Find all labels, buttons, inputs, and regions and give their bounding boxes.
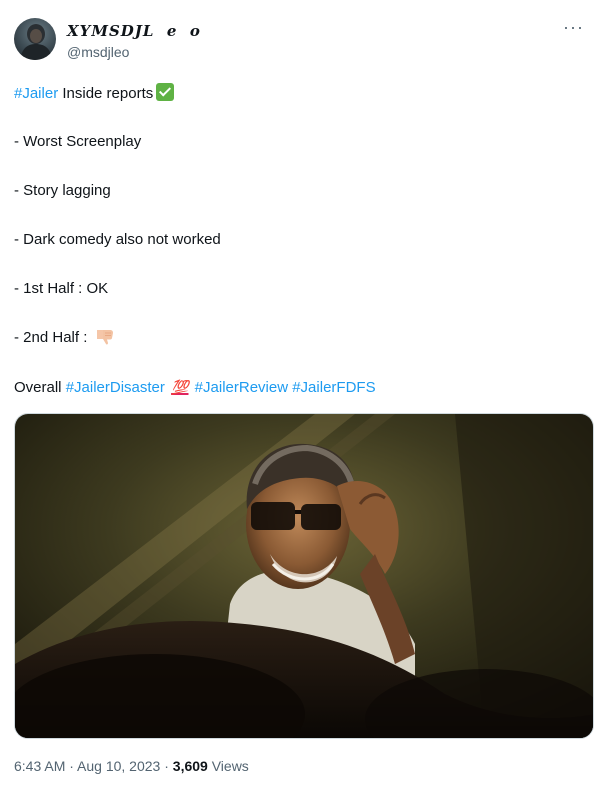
tweet-media-photo[interactable]: [14, 413, 594, 739]
tweet-line: - 1st Half : OK: [14, 280, 109, 297]
photo-image: [15, 414, 593, 738]
check-mark-emoji-icon: [156, 83, 175, 101]
tweet-line-second-half: - 2nd Half :: [14, 328, 115, 352]
hashtag-link[interactable]: #JailerDisaster: [66, 379, 165, 396]
hashtag-link[interactable]: #JailerReview: [195, 379, 288, 396]
hundred-points-emoji: 💯: [171, 379, 189, 395]
tweet-meta: 6:43 AM · Aug 10, 2023 · 3,609 Views: [14, 758, 249, 774]
avatar[interactable]: [14, 18, 56, 60]
views-count: 3,609: [172, 758, 208, 774]
more-options-icon[interactable]: ···: [563, 18, 584, 36]
tweet-line-title: #Jailer Inside reports: [14, 83, 175, 104]
tweet-text-span: Overall: [14, 379, 66, 396]
tweet-card: 𝑿𝒀𝑴𝑺𝑫𝑱L e o @msdjleo ··· #Jailer Inside …: [0, 0, 600, 800]
display-name[interactable]: 𝑿𝒀𝑴𝑺𝑫𝑱L e o: [67, 22, 201, 40]
tweet-line: - Worst Screenplay: [14, 133, 142, 150]
timestamp-link[interactable]: 6:43 AM · Aug 10, 2023 ·: [14, 758, 173, 774]
hashtag-link[interactable]: #JailerFDFS: [292, 379, 375, 396]
username-handle[interactable]: @msdjleo: [67, 44, 129, 60]
tweet-line: - Dark comedy also not worked: [14, 231, 221, 248]
avatar-image: [20, 24, 52, 60]
tweet-text-span: Inside reports: [58, 85, 154, 102]
thumbs-down-emoji-icon: [95, 328, 115, 352]
tweet-text-span: - 2nd Half :: [14, 329, 92, 346]
views-label: Views: [207, 758, 249, 774]
tweet-line-overall: Overall #JailerDisaster 💯 #JailerReview …: [14, 377, 376, 398]
hashtag-link[interactable]: #Jailer: [14, 85, 58, 102]
tweet-line: - Story lagging: [14, 182, 111, 199]
